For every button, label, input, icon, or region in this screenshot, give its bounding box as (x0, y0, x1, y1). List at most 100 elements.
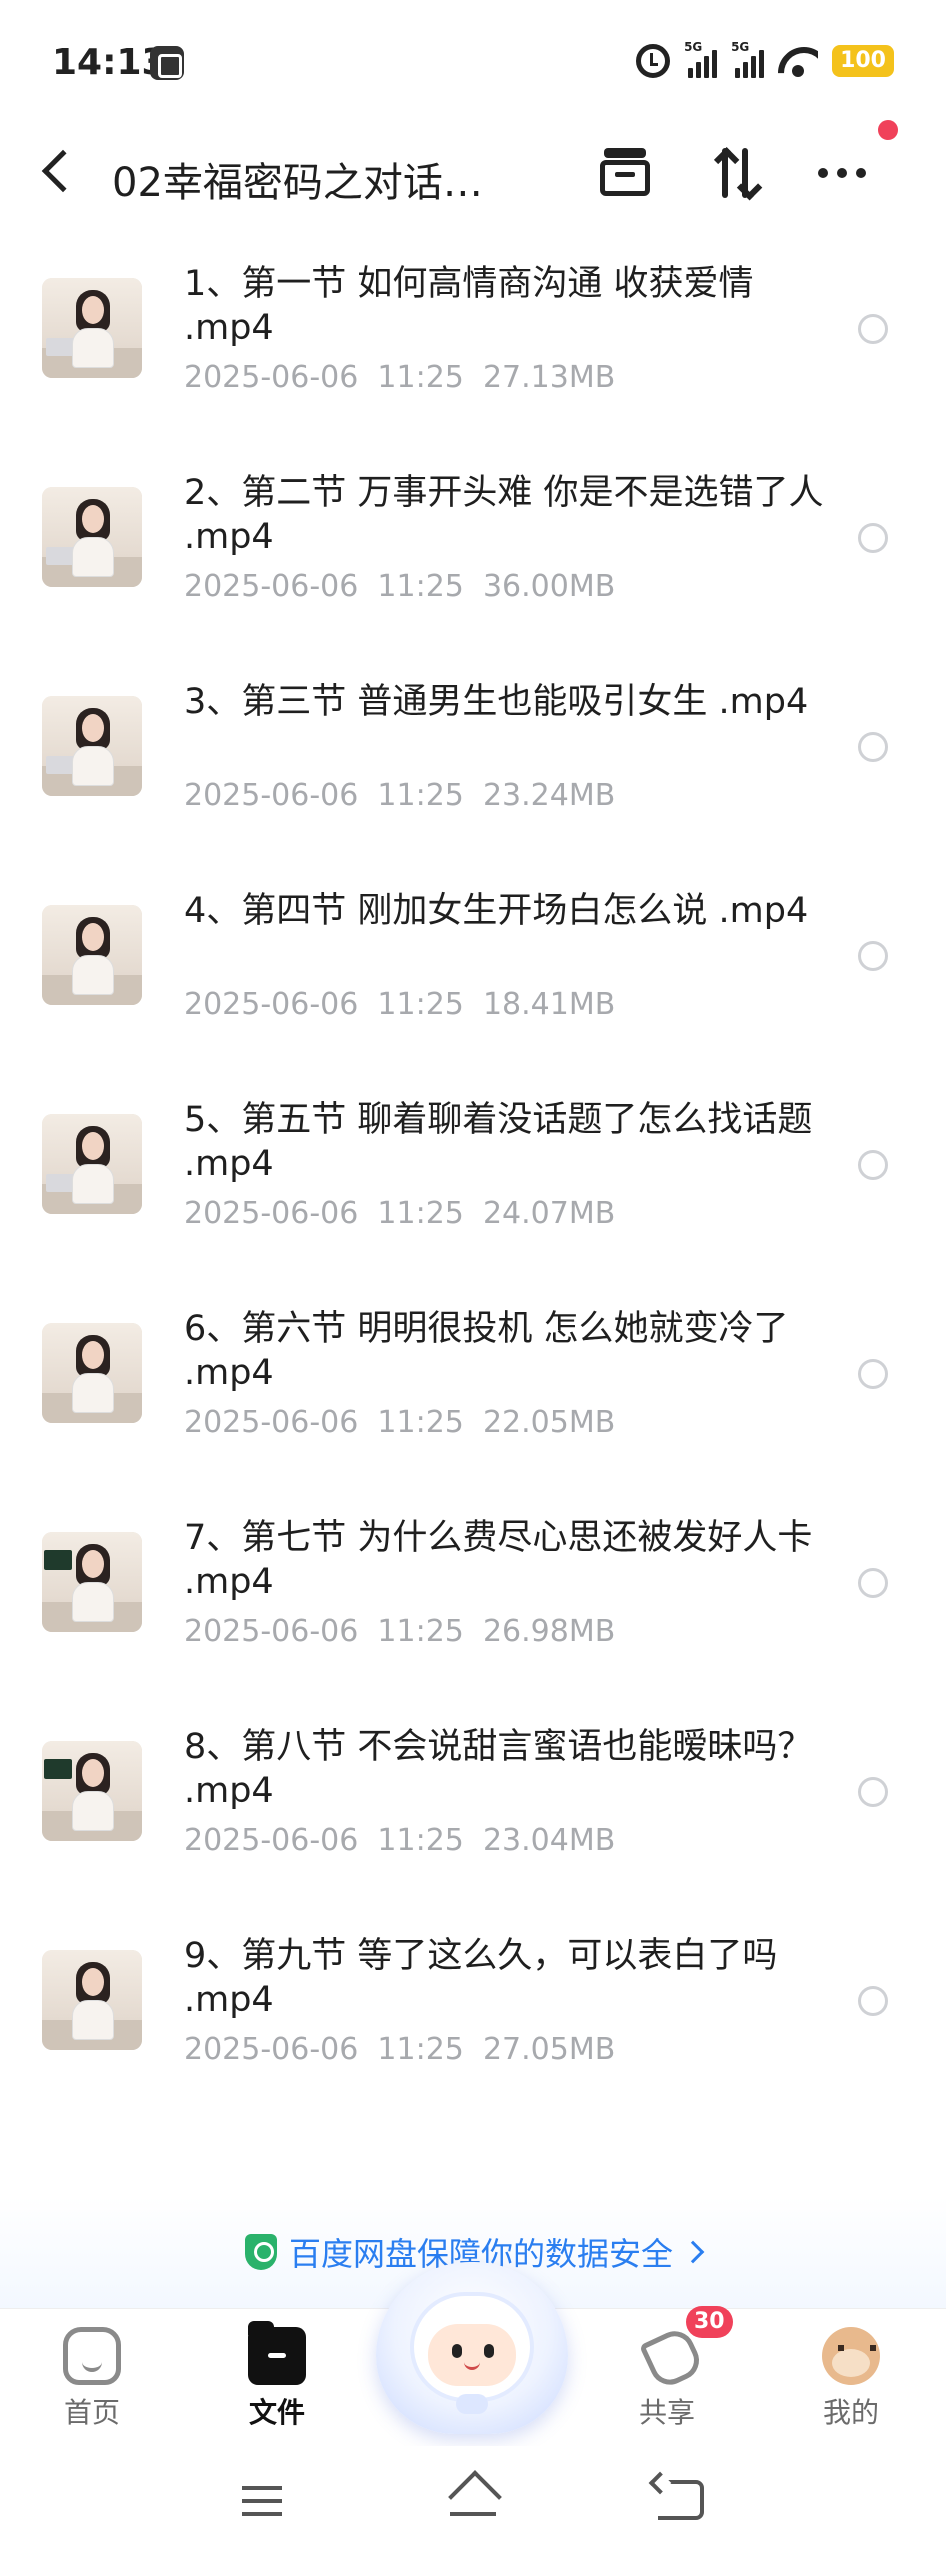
alarm-icon (636, 44, 671, 78)
shield-icon (244, 2234, 277, 2270)
network-type-label: 5G (731, 40, 750, 54)
file-meta: 2025-06-06 11:25 27.13MB (184, 360, 615, 395)
file-row[interactable]: 5、第五节 聊着聊着没话题了怎么找话题 .mp4 2025-06-06 11:2… (0, 1072, 946, 1281)
file-row[interactable]: 4、第四节 刚加女生开场白怎么说 .mp4 2025-06-06 11:25 1… (0, 863, 946, 1072)
file-size: 27.13MB (482, 360, 616, 395)
avatar-icon (822, 2327, 880, 2385)
file-date: 2025-06-06 11:25 (184, 987, 464, 1022)
select-radio[interactable] (858, 1568, 888, 1598)
file-meta: 2025-06-06 11:25 36.00MB (184, 569, 615, 604)
signal-icon: 5G (684, 40, 718, 78)
nav-item-files[interactable]: 文件 (212, 2321, 342, 2431)
file-name: 3、第三节 普通男生也能吸引女生 .mp4 (184, 682, 809, 722)
file-name: 8、第八节 不会说甜言蜜语也能暧昧吗？ .mp4 (184, 1727, 813, 1811)
folder-icon (248, 2321, 306, 2385)
file-name: 4、第四节 刚加女生开场白怎么说 .mp4 (184, 891, 809, 931)
file-name: 2、第二节 万事开头难 你是不是选错了人 .mp4 (184, 473, 824, 557)
file-size: 22.05MB (482, 1405, 616, 1440)
video-thumbnail (42, 1950, 142, 2050)
page-title: 02幸福密码之对话… (112, 160, 483, 206)
file-row[interactable]: 2、第二节 万事开头难 你是不是选错了人 .mp4 2025-06-06 11:… (0, 445, 946, 654)
nav-label: 共享 (638, 2396, 695, 2429)
file-row[interactable]: 9、第九节 等了这么久，可以表白了吗 .mp4 2025-06-06 11:25… (0, 1908, 946, 2117)
file-size: 27.05MB (482, 2032, 616, 2067)
file-meta: 2025-06-06 11:25 24.07MB (184, 1196, 615, 1231)
file-name: 9、第九节 等了这么久，可以表白了吗 .mp4 (184, 1936, 778, 2020)
file-meta: 2025-06-06 11:25 23.04MB (184, 1823, 615, 1858)
video-thumbnail (42, 1532, 142, 1632)
nav-label: 首页 (63, 2396, 120, 2429)
wifi-icon (778, 45, 818, 77)
video-thumbnail (42, 905, 142, 1005)
system-nav-bar (0, 2446, 946, 2560)
file-date: 2025-06-06 11:25 (184, 1614, 464, 1649)
sort-icon[interactable] (712, 144, 763, 204)
chevron-right-icon (681, 2240, 705, 2264)
file-date: 2025-06-06 11:25 (184, 1823, 464, 1858)
video-thumbnail (42, 1741, 142, 1841)
archive-icon[interactable] (600, 148, 650, 200)
file-date: 2025-06-06 11:25 (184, 1196, 464, 1231)
signal-icon: 5G (731, 40, 765, 78)
file-name: 5、第五节 聊着聊着没话题了怎么找话题 .mp4 (184, 1100, 813, 1184)
video-thumbnail (42, 278, 142, 378)
file-meta: 2025-06-06 11:25 23.24MB (184, 778, 615, 813)
select-radio[interactable] (858, 1777, 888, 1807)
select-radio[interactable] (858, 1150, 888, 1180)
file-row[interactable]: 7、第七节 为什么费尽心思还被发好人卡 .mp4 2025-06-06 11:2… (0, 1490, 946, 1699)
file-name: 7、第七节 为什么费尽心思还被发好人卡 .mp4 (184, 1518, 813, 1602)
video-thumbnail (42, 1323, 142, 1423)
file-size: 18.41MB (482, 987, 616, 1022)
file-date: 2025-06-06 11:25 (184, 569, 464, 604)
status-bar: 14:13 5G 5G 100 (0, 0, 946, 120)
file-name: 1、第一节 如何高情商沟通 收获爱情 .mp4 (184, 264, 754, 348)
file-meta: 2025-06-06 11:25 26.98MB (184, 1614, 615, 1649)
select-radio[interactable] (858, 941, 888, 971)
nav-item-share[interactable]: 共享 (602, 2327, 732, 2431)
gallery-app-icon (150, 46, 184, 80)
system-back-icon[interactable] (658, 2480, 704, 2520)
file-meta: 2025-06-06 11:25 18.41MB (184, 987, 615, 1022)
home-icon (63, 2327, 121, 2385)
select-radio[interactable] (858, 1986, 888, 2016)
select-radio[interactable] (858, 732, 888, 762)
header: 02幸福密码之对话… (0, 130, 946, 220)
menu-icon[interactable] (242, 2486, 282, 2516)
assistant-mascot-button[interactable] (376, 2262, 568, 2434)
share-badge: 30 (686, 2306, 733, 2338)
system-home-icon[interactable] (448, 2472, 498, 2522)
video-thumbnail (42, 487, 142, 587)
select-radio[interactable] (858, 314, 888, 344)
file-size: 36.00MB (482, 569, 616, 604)
file-name: 6、第六节 明明很投机 怎么她就变冷了 .mp4 (184, 1309, 789, 1393)
file-size: 23.04MB (482, 1823, 616, 1858)
file-meta: 2025-06-06 11:25 22.05MB (184, 1405, 615, 1440)
file-date: 2025-06-06 11:25 (184, 2032, 464, 2067)
file-list: 1、第一节 如何高情商沟通 收获爱情 .mp4 2025-06-06 11:25… (0, 236, 946, 2117)
file-row[interactable]: 8、第八节 不会说甜言蜜语也能暧昧吗？ .mp4 2025-06-06 11:2… (0, 1699, 946, 1908)
select-radio[interactable] (858, 1359, 888, 1389)
file-size: 26.98MB (482, 1614, 616, 1649)
nav-item-me[interactable]: 我的 (786, 2327, 916, 2431)
more-icon[interactable] (818, 168, 866, 178)
battery-indicator: 100 (832, 45, 894, 77)
file-size: 23.24MB (482, 778, 616, 813)
file-row[interactable]: 6、第六节 明明很投机 怎么她就变冷了 .mp4 2025-06-06 11:2… (0, 1281, 946, 1490)
video-thumbnail (42, 696, 142, 796)
file-date: 2025-06-06 11:25 (184, 360, 464, 395)
notification-dot (878, 120, 898, 140)
file-size: 24.07MB (482, 1196, 616, 1231)
video-thumbnail (42, 1114, 142, 1214)
file-date: 2025-06-06 11:25 (184, 778, 464, 813)
nav-item-home[interactable]: 首页 (27, 2327, 157, 2431)
file-meta: 2025-06-06 11:25 27.05MB (184, 2032, 615, 2067)
nav-label: 文件 (248, 2396, 305, 2429)
file-row[interactable]: 1、第一节 如何高情商沟通 收获爱情 .mp4 2025-06-06 11:25… (0, 236, 946, 445)
nav-label: 我的 (822, 2396, 879, 2429)
select-radio[interactable] (858, 523, 888, 553)
file-row[interactable]: 3、第三节 普通男生也能吸引女生 .mp4 2025-06-06 11:25 2… (0, 654, 946, 863)
network-type-label: 5G (684, 40, 703, 54)
file-date: 2025-06-06 11:25 (184, 1405, 464, 1440)
status-indicators: 5G 5G 100 (636, 40, 894, 78)
back-icon[interactable] (41, 149, 85, 193)
